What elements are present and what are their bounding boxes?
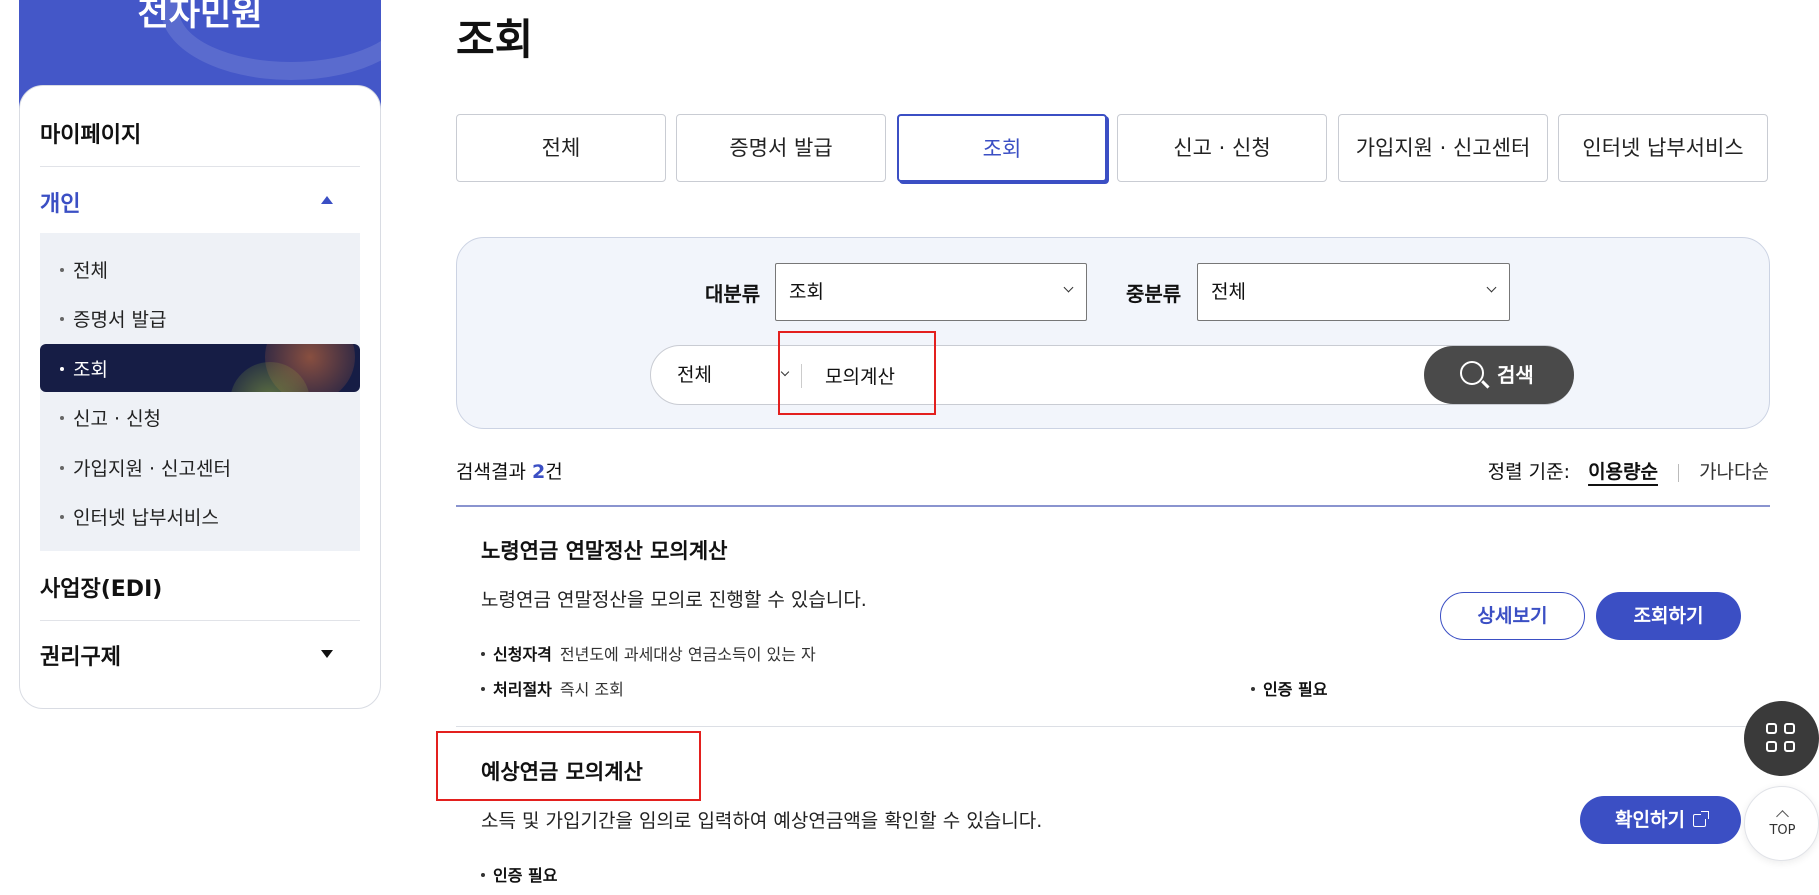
sort-label: 정렬 기준: bbox=[1487, 461, 1571, 483]
chevron-down-icon bbox=[1063, 282, 1074, 293]
submenu-item-report[interactable]: 신고 · 신청 bbox=[60, 404, 161, 431]
sidebar-item-label: 개인 bbox=[40, 192, 81, 217]
result-auth: 인증 필요 bbox=[1251, 676, 1335, 700]
sidebar-item-mypage[interactable]: 마이페이지 bbox=[40, 117, 340, 149]
search-button[interactable]: 검색 bbox=[1424, 346, 1574, 404]
result-title[interactable]: 노령연금 연말정산 모의계산 bbox=[481, 535, 727, 565]
sort-usage[interactable]: 이용량순 bbox=[1588, 461, 1658, 483]
sidebar-item-business[interactable]: 사업장(EDI) bbox=[40, 571, 340, 603]
submenu-item-payment[interactable]: 인터넷 납부서비스 bbox=[60, 503, 219, 530]
tab-inquiry[interactable]: 조회 bbox=[897, 114, 1107, 182]
sidebar-item-relief[interactable]: 권리구제 bbox=[40, 639, 340, 671]
tab-payment[interactable]: 인터넷 납부서비스 bbox=[1558, 114, 1768, 182]
tab-support[interactable]: 가입지원 · 신고센터 bbox=[1338, 114, 1548, 182]
caret-up-icon[interactable] bbox=[321, 196, 333, 204]
highlight-box-query bbox=[778, 331, 936, 415]
sidebar-title: 전자민원 bbox=[137, 0, 263, 34]
major-category-select[interactable]: 조회 bbox=[775, 263, 1087, 321]
category-tabs: 전체 증명서 발급 조회 신고 · 신청 가입지원 · 신고센터 인터넷 납부서… bbox=[456, 114, 1770, 182]
tab-certificate[interactable]: 증명서 발급 bbox=[676, 114, 886, 182]
chevron-up-icon bbox=[1776, 810, 1789, 823]
chevron-down-icon bbox=[1486, 282, 1497, 293]
result-eligibility: 신청자격 전년도에 과세대상 연금소득이 있는 자 bbox=[481, 641, 816, 665]
search-scope-select[interactable]: 전체 bbox=[677, 346, 712, 404]
results-divider bbox=[456, 505, 1770, 507]
major-category-label: 대분류 bbox=[705, 282, 761, 306]
external-link-icon bbox=[1692, 811, 1709, 827]
sidebar-item-personal[interactable]: 개인 bbox=[40, 186, 340, 218]
highlight-box-result bbox=[436, 731, 701, 801]
confirm-button[interactable]: 확인하기 bbox=[1580, 796, 1741, 844]
tab-report[interactable]: 신고 · 신청 bbox=[1117, 114, 1327, 182]
inquiry-button[interactable]: 조회하기 bbox=[1596, 592, 1741, 640]
row-divider bbox=[456, 726, 1770, 727]
search-icon bbox=[1460, 361, 1484, 385]
grid-icon bbox=[1766, 723, 1777, 734]
sort-options: 정렬 기준: 이용량순 가나다순 bbox=[1488, 457, 1769, 484]
submenu-item-support[interactable]: 가입지원 · 신고센터 bbox=[60, 454, 231, 481]
result-description: 소득 및 가입기간을 임의로 입력하여 예상연금액을 확인할 수 있습니다. bbox=[481, 810, 1043, 832]
sort-alphabetical[interactable]: 가나다순 bbox=[1699, 461, 1769, 483]
menu-grid-button[interactable] bbox=[1744, 701, 1819, 776]
detail-button[interactable]: 상세보기 bbox=[1440, 592, 1585, 640]
menu-divider bbox=[40, 620, 360, 621]
result-auth: 인증 필요 bbox=[481, 862, 565, 886]
sidebar-item-label: 권리구제 bbox=[40, 645, 121, 670]
scroll-top-button[interactable]: TOP bbox=[1744, 786, 1819, 861]
result-process: 처리절차 즉시 조회 bbox=[481, 676, 624, 700]
caret-down-icon[interactable] bbox=[321, 650, 333, 658]
middle-category-label: 중분류 bbox=[1126, 282, 1182, 306]
page-title: 조회 bbox=[456, 15, 534, 64]
submenu-item-certificate[interactable]: 증명서 발급 bbox=[60, 305, 166, 332]
middle-category-select[interactable]: 전체 bbox=[1197, 263, 1510, 321]
tab-all[interactable]: 전체 bbox=[456, 114, 666, 182]
menu-divider bbox=[40, 166, 360, 167]
submenu-item-all[interactable]: 전체 bbox=[60, 256, 108, 283]
submenu-item-inquiry[interactable]: 조회 bbox=[40, 344, 360, 392]
result-description: 노령연금 연말정산을 모의로 진행할 수 있습니다. bbox=[481, 589, 867, 611]
result-count: 검색결과 2건 bbox=[456, 461, 563, 483]
